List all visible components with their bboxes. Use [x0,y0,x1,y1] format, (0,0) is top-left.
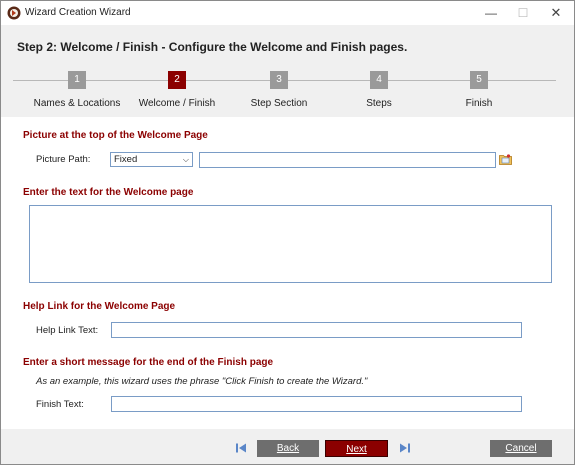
step-2-label[interactable]: Welcome / Finish [122,98,232,109]
back-button[interactable]: Back [257,440,319,457]
step-3-label[interactable]: Step Section [224,98,334,109]
step-3-marker[interactable]: 3 [270,71,288,89]
picture-path-label: Picture Path: [36,154,91,165]
help-link-label: Help Link Text: [36,325,99,336]
maximize-button[interactable]: ☐ [508,1,538,25]
next-button[interactable]: Next [325,440,388,457]
last-step-icon[interactable] [399,442,411,454]
minimize-button[interactable]: — [476,1,506,25]
welcome-text-section-heading: Enter the text for the Welcome page [23,187,194,198]
browse-folder-icon[interactable] [499,153,512,165]
wizard-header: Step 2: Welcome / Finish - Configure the… [1,25,574,117]
step-4-marker[interactable]: 4 [370,71,388,89]
app-icon [7,6,21,20]
title-bar: Wizard Creation Wizard — ☐ ✕ [1,1,574,25]
step-1-marker[interactable]: 1 [68,71,86,89]
step-5-label[interactable]: Finish [424,98,534,109]
picture-path-type-select[interactable]: Fixed ⌵ [110,152,193,167]
welcome-text-area[interactable] [29,205,552,283]
step-1-label[interactable]: Names & Locations [22,98,132,109]
finish-text-input[interactable] [111,396,522,412]
first-step-icon[interactable] [235,442,247,454]
chevron-down-icon: ⌵ [182,155,189,164]
finish-example-note: As an example, this wizard uses the phra… [36,376,368,387]
wizard-footer: Back Next Cancel [1,429,574,464]
finish-text-label: Finish Text: [36,399,84,410]
picture-path-input[interactable] [199,152,496,168]
step-5-marker[interactable]: 5 [470,71,488,89]
finish-section-heading: Enter a short message for the end of the… [23,357,274,368]
close-button[interactable]: ✕ [541,1,571,25]
step-2-marker[interactable]: 2 [168,71,186,89]
picture-path-type-value: Fixed [114,154,138,165]
help-link-section-heading: Help Link for the Welcome Page [23,301,176,312]
cancel-button[interactable]: Cancel [490,440,552,457]
wizard-content: Picture at the top of the Welcome Page P… [1,117,574,429]
window-title: Wizard Creation Wizard [25,7,131,18]
help-link-input[interactable] [111,322,522,338]
picture-section-heading: Picture at the top of the Welcome Page [23,130,208,141]
wizard-window: Wizard Creation Wizard — ☐ ✕ Step 2: Wel… [0,0,575,465]
step-4-label[interactable]: Steps [324,98,434,109]
step-title: Step 2: Welcome / Finish - Configure the… [17,40,408,54]
